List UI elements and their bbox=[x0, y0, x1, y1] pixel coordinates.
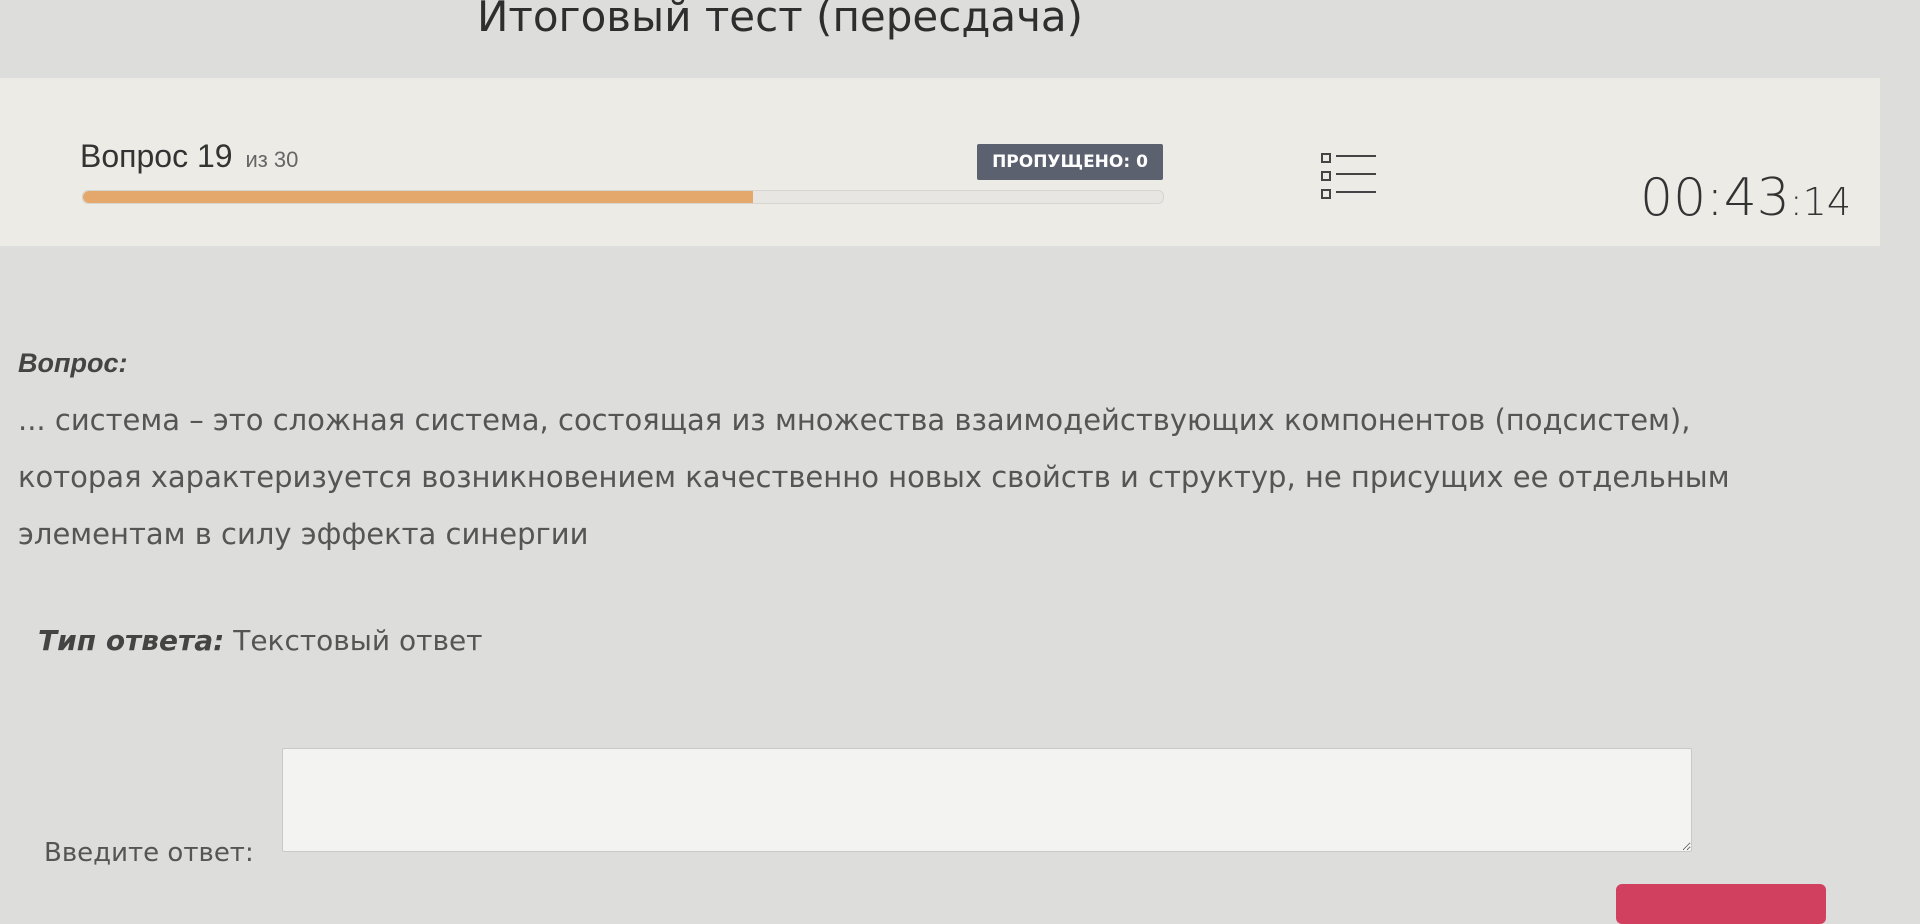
page-title: Итоговый тест (пересдача) bbox=[476, 0, 1084, 41]
list-icon bbox=[1321, 153, 1376, 199]
question-label: Вопрос: bbox=[18, 348, 128, 378]
timer: 00:43:14 bbox=[1640, 168, 1851, 228]
answer-input[interactable] bbox=[282, 748, 1692, 852]
answer-type-value: Текстовый ответ bbox=[233, 624, 483, 657]
skipped-badge: ПРОПУЩЕНО: 0 bbox=[977, 144, 1163, 180]
answer-field-label: Введите ответ: bbox=[44, 838, 254, 868]
answer-type-label: Тип ответа: bbox=[38, 624, 225, 657]
question-text: ... система – это сложная система, состо… bbox=[18, 403, 1730, 551]
question-number: Вопрос 19 bbox=[80, 138, 233, 174]
progress-fill bbox=[83, 191, 753, 203]
question-header-panel: Вопрос 19 из 30 ПРОПУЩЕНО: 0 00:43:14 bbox=[0, 78, 1880, 246]
timer-main: 00:43 bbox=[1640, 168, 1790, 228]
answer-type: Тип ответа: Текстовый ответ bbox=[38, 624, 482, 657]
question-total: из 30 bbox=[245, 147, 299, 172]
question-counter: Вопрос 19 из 30 bbox=[80, 138, 298, 175]
progress-bar bbox=[82, 190, 1164, 204]
questions-list-button[interactable] bbox=[1318, 150, 1392, 204]
submit-button[interactable] bbox=[1616, 884, 1826, 924]
timer-seconds: :14 bbox=[1789, 180, 1852, 224]
